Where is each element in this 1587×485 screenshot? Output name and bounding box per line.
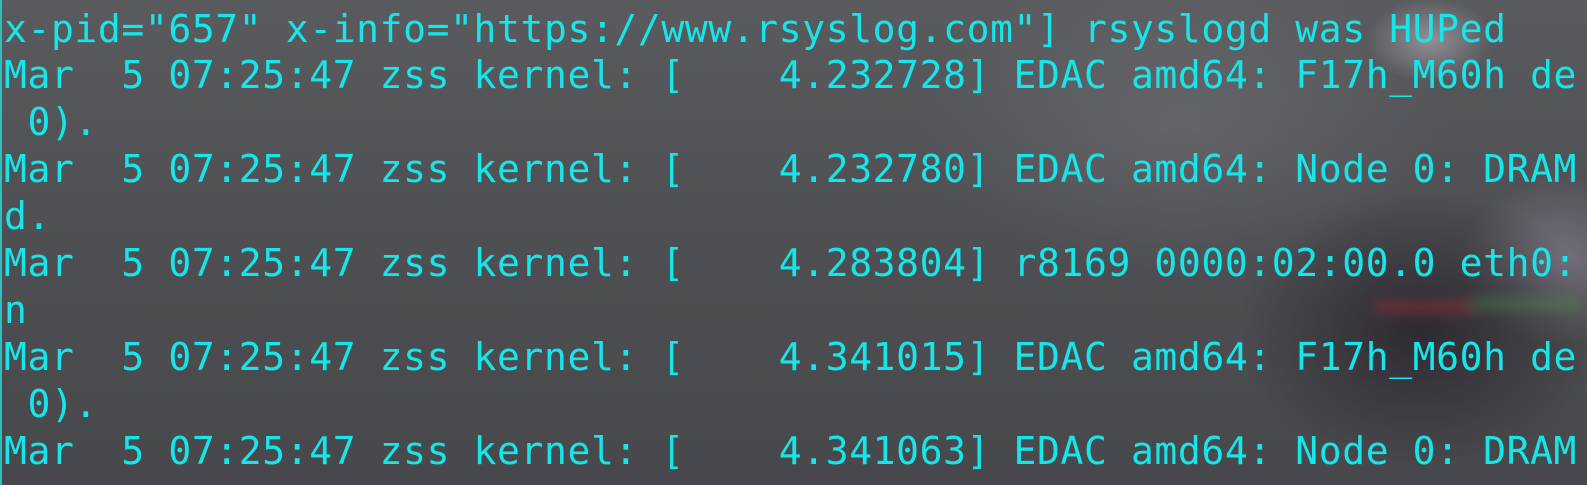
log-line-6: Mar 5 07:25:47 zss kernel: [ 4.283804] r… bbox=[4, 241, 1578, 285]
log-line-1: x-pid="657" x-info="https://www.rsyslog.… bbox=[4, 7, 1507, 51]
log-line-2: Mar 5 07:25:47 zss kernel: [ 4.232728] E… bbox=[4, 53, 1578, 97]
log-line-4: Mar 5 07:25:47 zss kernel: [ 4.232780] E… bbox=[4, 147, 1578, 191]
log-line-9: 0). bbox=[4, 382, 98, 426]
log-line-3: 0). bbox=[4, 100, 98, 144]
log-line-5: d. bbox=[4, 194, 51, 238]
terminal-left-border bbox=[0, 0, 2, 485]
log-line-10: Mar 5 07:25:47 zss kernel: [ 4.341063] E… bbox=[4, 429, 1578, 473]
log-line-8: Mar 5 07:25:47 zss kernel: [ 4.341015] E… bbox=[4, 335, 1578, 379]
terminal-output[interactable]: x-pid="657" x-info="https://www.rsyslog.… bbox=[4, 0, 1587, 485]
log-line-7: n bbox=[4, 288, 28, 332]
